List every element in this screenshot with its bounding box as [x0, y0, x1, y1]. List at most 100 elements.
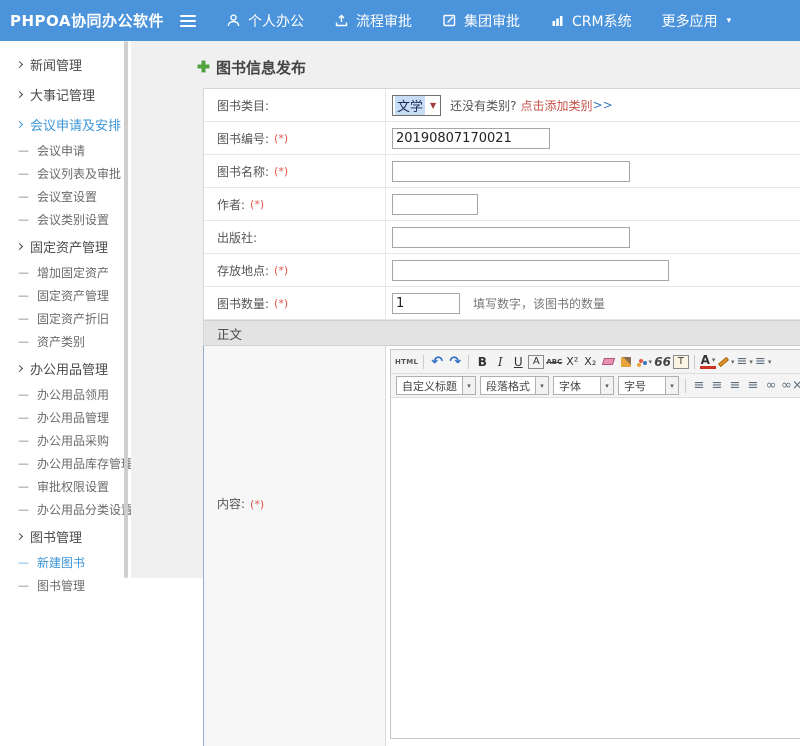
font-family-select[interactable]: 字体▾ [553, 376, 614, 395]
sidebar-item-label: 会议申请及安排 [30, 115, 121, 134]
bold-icon[interactable]: B [474, 353, 490, 371]
clean-format-icon[interactable] [618, 353, 634, 371]
category-select[interactable]: 文学 ▼ [392, 95, 441, 116]
custom-title-select[interactable]: 自定义标题▾ [396, 376, 476, 395]
caret-down-icon: ▾ [665, 377, 678, 394]
nav-personal-office[interactable]: 个人办公 [226, 11, 304, 31]
caret-down-icon: ▾ [649, 358, 653, 366]
location-input[interactable] [392, 260, 669, 281]
toolbar-separator [685, 379, 686, 393]
html-source-button[interactable]: HTML [395, 353, 418, 371]
sidebar-item[interactable]: —办公用品分类设置 [17, 498, 131, 521]
add-category-arrows[interactable]: >> [593, 98, 613, 112]
italic-icon[interactable]: I [492, 353, 508, 371]
title-input[interactable] [392, 161, 630, 182]
sidebar-item[interactable]: —图书管理 [17, 574, 131, 597]
sidebar-item[interactable]: —会议室设置 [17, 185, 131, 208]
quantity-input[interactable] [392, 293, 460, 314]
sidebar-item[interactable]: 新闻管理 [17, 49, 131, 79]
sidebar-item[interactable]: —资产类别 [17, 330, 131, 353]
sidebar-item[interactable]: 会议申请及安排 [17, 109, 131, 139]
font-size-select[interactable]: 字号▾ [618, 376, 679, 395]
sidebar-item[interactable]: —固定资产管理 [17, 284, 131, 307]
sidebar-item[interactable]: —会议申请 [17, 139, 131, 162]
sidebar-item[interactable]: 办公用品管理 [17, 353, 131, 383]
nav-group-approval[interactable]: 集团审批 [442, 11, 520, 31]
superscript-icon[interactable]: X² [564, 353, 580, 371]
sidebar-item[interactable]: —审批权限设置 [17, 475, 131, 498]
add-category-link[interactable]: 点击添加类别 [521, 97, 593, 114]
sidebar-item[interactable]: —办公用品库存管理 [17, 452, 131, 475]
sidebar-item[interactable]: —增加固定资产 [17, 261, 131, 284]
paragraph-format-select[interactable]: 段落格式▾ [480, 376, 549, 395]
toolbar-separator [468, 355, 469, 369]
align-right-icon[interactable]: ≡ [727, 377, 743, 395]
sidebar-item[interactable]: 固定资产管理 [17, 231, 131, 261]
form-label-cell: 图书编号:(*) [204, 122, 386, 154]
nav-more-apps[interactable]: 更多应用 ▾ [662, 11, 732, 31]
sidebar-item-label: 资产类别 [37, 333, 85, 350]
sidebar-item-label: 会议类别设置 [37, 211, 109, 228]
link-icon[interactable]: ∞ [763, 377, 779, 395]
caret-down-icon: ▾ [768, 358, 772, 366]
nav-workflow-approval[interactable]: 流程审批 [334, 11, 412, 31]
align-center-icon[interactable]: ≡ [709, 377, 725, 395]
publisher-input[interactable] [392, 227, 630, 248]
align-justify-icon[interactable]: ≡ [745, 377, 761, 395]
form-label-cell: 出版社: [204, 221, 386, 253]
sidebar-item-label: 办公用品库存管理 [37, 455, 133, 472]
sidebar-item[interactable]: —会议类别设置 [17, 208, 131, 231]
top-nav: 个人办公 流程审批 集团审批 CRM系统 更多应用 [226, 11, 761, 31]
rich-text-editor: HTML↶↷BIUAABCX²X₂▾66TA▾▾≡▾≡▾ 自定义标题▾段落格式▾… [390, 349, 800, 739]
sidebar-item[interactable]: —固定资产折旧 [17, 307, 131, 330]
redo-icon[interactable]: ↷ [447, 353, 463, 371]
caret-down-icon: ▾ [731, 358, 735, 366]
sidebar-item[interactable]: —新建图书 [17, 551, 131, 574]
blockquote-icon[interactable]: 66 [654, 353, 671, 371]
align-left-icon[interactable]: ≡ [691, 377, 707, 395]
sidebar-item[interactable]: —办公用品管理 [17, 406, 131, 429]
field-label: 存放地点: [217, 262, 269, 279]
author-input[interactable] [392, 194, 478, 215]
ordered-list-icon[interactable]: ≡▾ [736, 353, 752, 371]
sidebar-item[interactable]: —会议列表及审批 [17, 162, 131, 185]
sidebar-item[interactable]: —办公用品领用 [17, 383, 131, 406]
select-caret-icon: ▼ [430, 101, 436, 110]
code-input[interactable] [392, 128, 550, 149]
sidebar-item[interactable]: 图书管理 [17, 521, 131, 551]
sidebar-item-label: 图书管理 [30, 527, 82, 546]
workflow-icon [334, 13, 349, 28]
form-field-cell [386, 155, 800, 187]
dash-icon: — [18, 579, 29, 592]
user-icon [226, 13, 241, 28]
form-field-cell [386, 122, 800, 154]
sidebar-scrollbar[interactable] [124, 41, 128, 578]
page-title: 图书信息发布 [197, 57, 800, 77]
field-label: 出版社: [217, 229, 257, 246]
sidebar-item[interactable]: 大事记管理 [17, 79, 131, 109]
font-style-icon[interactable]: A [528, 355, 544, 369]
highlight-color-icon[interactable]: ▾ [718, 353, 735, 371]
unlink-icon[interactable]: ∞× [781, 377, 800, 395]
sidebar-item[interactable]: —办公用品采购 [17, 429, 131, 452]
form-row-author: 作者:(*) [204, 188, 800, 221]
undo-icon[interactable]: ↶ [429, 353, 445, 371]
selected-option: 文学 [395, 96, 425, 115]
paste-as-text-icon[interactable]: T [673, 355, 689, 369]
menu-toggle-icon[interactable] [178, 14, 198, 27]
dash-icon: — [18, 503, 29, 516]
chevron-right-icon [16, 90, 23, 97]
eraser-icon[interactable] [600, 353, 616, 371]
subscript-icon[interactable]: X₂ [582, 353, 598, 371]
form-label-cell: 图书数量:(*) [204, 287, 386, 319]
font-color-icon[interactable]: A▾ [700, 354, 716, 369]
underline-icon[interactable]: U [510, 353, 526, 371]
add-plus-icon [197, 58, 210, 77]
quick-format-icon[interactable]: ▾ [636, 353, 652, 371]
sidebar-item-label: 办公用品管理 [37, 409, 109, 426]
unordered-list-icon[interactable]: ≡▾ [755, 353, 771, 371]
body-section-title: 正文 [217, 324, 242, 343]
editor-content-area[interactable] [391, 398, 800, 738]
strikethrough-icon[interactable]: ABC [546, 353, 562, 371]
nav-crm-system[interactable]: CRM系统 [550, 11, 632, 31]
